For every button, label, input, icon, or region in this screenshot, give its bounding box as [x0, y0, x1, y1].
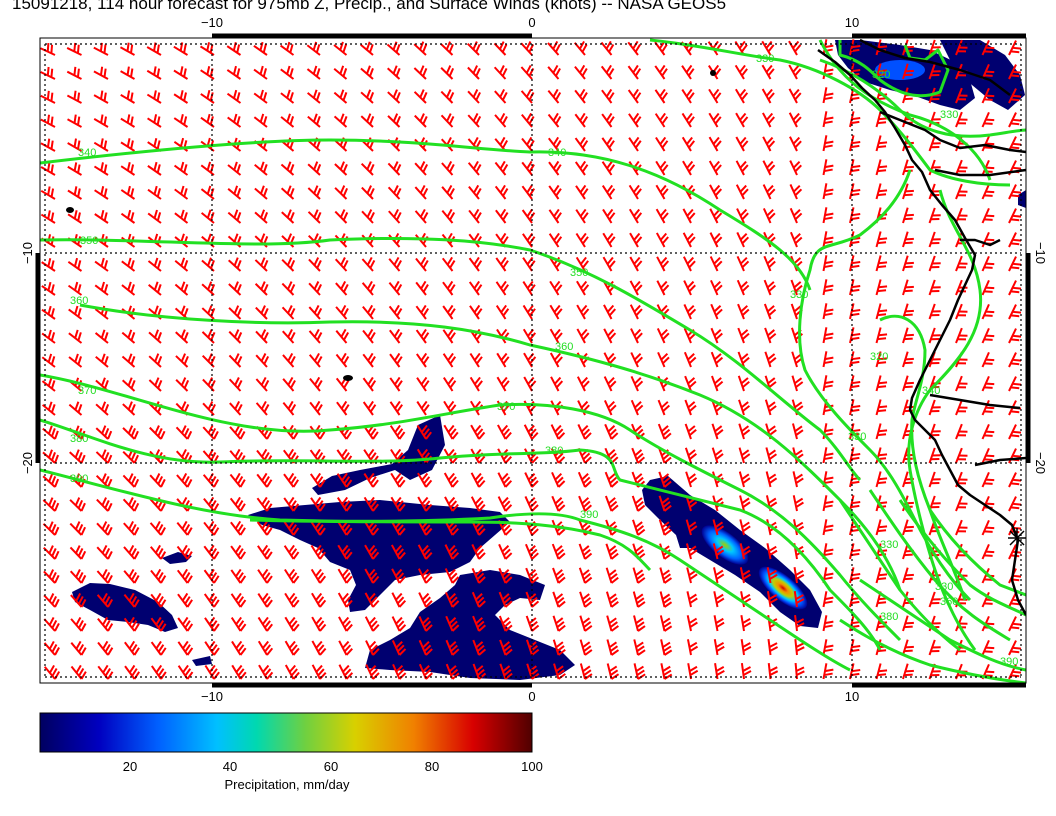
colorbar: 20 40 60 80 100 Precipitation, mm/day	[39, 712, 543, 792]
top-tick-label: −10	[201, 15, 223, 30]
contour-label: 330	[848, 431, 866, 443]
contour-label: 360	[940, 596, 958, 608]
colorbar-label: Precipitation, mm/day	[225, 777, 350, 792]
contour-label: 390	[580, 509, 598, 521]
station-marker	[1008, 528, 1026, 548]
contour-label: 330	[940, 109, 958, 121]
contour-label: 380	[880, 611, 898, 623]
contour-label: 340	[78, 147, 96, 159]
colorbar-tick: 100	[521, 759, 543, 774]
contour-label: 360	[70, 295, 88, 307]
contour-label: 370	[78, 385, 96, 397]
contour-label: 390	[70, 473, 88, 485]
contour-label: 390	[1000, 656, 1018, 668]
right-tick-label: −20	[1033, 452, 1048, 474]
contour-label: 350	[80, 235, 98, 247]
bottom-tick-label: −10	[201, 689, 223, 704]
colorbar-tick: 60	[324, 759, 338, 774]
left-tick-label: −10	[20, 242, 35, 264]
contour-label: 330	[880, 539, 898, 551]
colorbar-tick: 20	[123, 759, 137, 774]
contour-label: 330	[935, 581, 953, 593]
bottom-tick-label: 0	[528, 689, 535, 704]
right-tick-label: −10	[1033, 242, 1048, 264]
contour-label: 370	[497, 401, 515, 413]
left-tick-label: −20	[20, 452, 35, 474]
bottom-tick-label: 10	[845, 689, 859, 704]
contour-label: 360	[555, 341, 573, 353]
top-tick-label: 10	[845, 15, 859, 30]
contour-label: 380	[545, 445, 563, 457]
contour-label: 350	[570, 267, 588, 279]
top-tick-label: 0	[528, 15, 535, 30]
map-canvas: 330 320 330 340 340 350 350 330 320 360 360 330 370 3…	[20, 15, 1048, 792]
contour-label: 340	[922, 385, 940, 397]
contour-label: 340	[548, 147, 566, 159]
contour-label: 320	[872, 69, 890, 81]
colorbar-tick: 80	[425, 759, 439, 774]
contour-label: 330	[790, 289, 808, 301]
colorbar-tick: 40	[223, 759, 237, 774]
colorbar-gradient	[39, 712, 533, 753]
contour-label: 380	[70, 433, 88, 445]
contour-label: 320	[870, 351, 888, 363]
plot-area: 330 320 330 340 340 350 350 330 320 360 360 330 370 3…	[35, 33, 1031, 688]
contour-label: 330	[756, 53, 774, 65]
